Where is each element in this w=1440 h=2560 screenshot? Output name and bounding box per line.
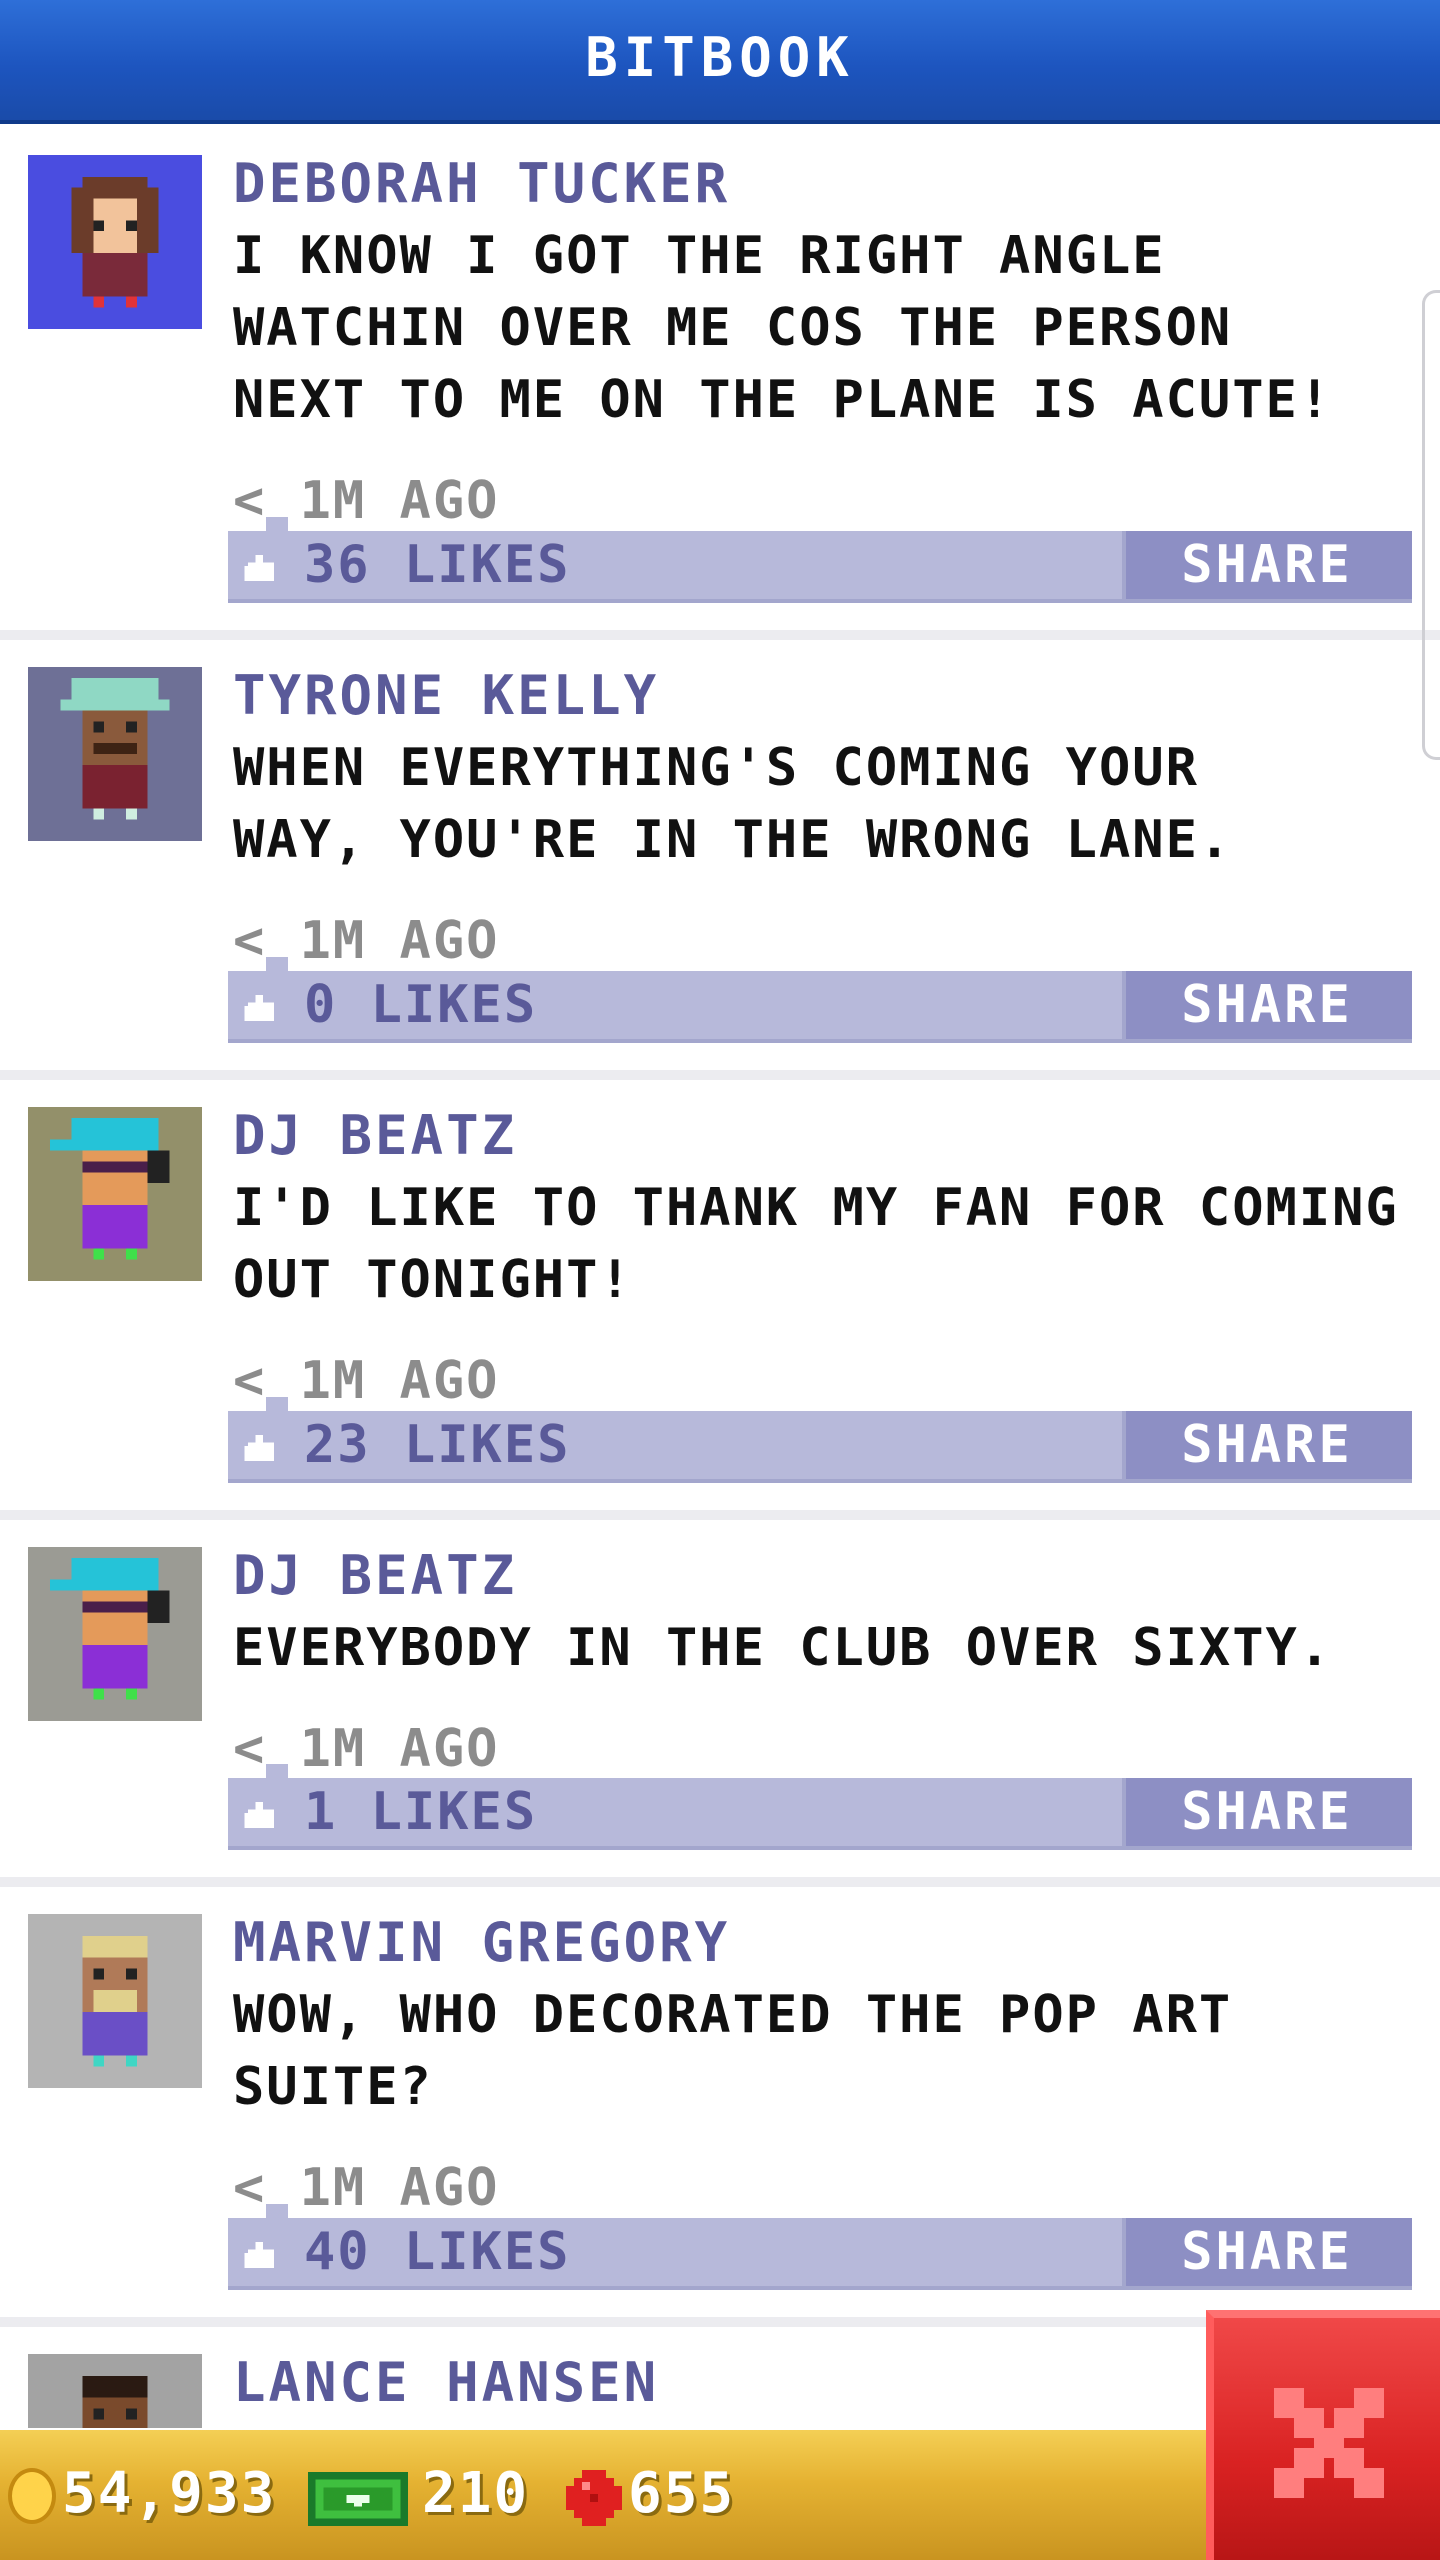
avatar[interactable]	[28, 2354, 202, 2428]
bux-count: 210	[422, 2461, 530, 2526]
like-bar: 0 LIKES SHARE	[228, 957, 1412, 1043]
gem-count: 655	[628, 2461, 736, 2526]
post-author[interactable]: DJ BEATZ	[233, 1540, 517, 1612]
gem-icon	[566, 2470, 622, 2526]
avatar[interactable]	[28, 1107, 202, 1281]
share-button[interactable]: SHARE	[1122, 1411, 1412, 1479]
close-icon	[1274, 2388, 1384, 2498]
thumb-up-icon[interactable]	[244, 1435, 278, 1461]
post-card: DJ BEATZ I'D LIKE TO THANK MY FAN FOR CO…	[0, 1080, 1440, 1520]
avatar[interactable]	[28, 1547, 202, 1721]
post-author[interactable]: LANCE HANSEN	[233, 2347, 659, 2419]
share-button[interactable]: SHARE	[1122, 2218, 1412, 2286]
share-button[interactable]: SHARE	[1122, 531, 1412, 599]
cash-icon	[307, 2472, 409, 2526]
avatar[interactable]	[28, 667, 202, 841]
app-title: BITBOOK	[585, 26, 855, 89]
like-bar: 23 LIKES SHARE	[228, 1397, 1412, 1483]
like-bar: 36 LIKES SHARE	[228, 517, 1412, 603]
like-count: 36 LIKES	[304, 535, 571, 595]
share-button[interactable]: SHARE	[1122, 971, 1412, 1039]
header-bar: BITBOOK	[0, 0, 1440, 124]
avatar[interactable]	[28, 1914, 202, 2088]
like-count: 0 LIKES	[304, 975, 538, 1035]
post-author[interactable]: DJ BEATZ	[233, 1100, 517, 1172]
post-card: DJ BEATZ EVERYBODY IN THE CLUB OVER SIXT…	[0, 1520, 1440, 1887]
thumb-up-icon[interactable]	[244, 1802, 278, 1828]
like-bar: 40 LIKES SHARE	[228, 2204, 1412, 2290]
post-message: WHEN EVERYTHING'S COMING YOUR WAY, YOU'R…	[233, 738, 1233, 870]
scroll-edge	[1422, 290, 1440, 760]
like-count: 1 LIKES	[304, 1782, 538, 1842]
post-author[interactable]: DEBORAH TUCKER	[233, 148, 730, 220]
avatar[interactable]	[28, 155, 202, 329]
close-button[interactable]	[1206, 2310, 1440, 2560]
like-bar: 1 LIKES SHARE	[228, 1764, 1412, 1850]
post-author[interactable]: TYRONE KELLY	[233, 660, 659, 732]
feed[interactable]: DEBORAH TUCKER I KNOW I GOT THE RIGHT AN…	[0, 128, 1440, 2428]
share-button[interactable]: SHARE	[1122, 1778, 1412, 1846]
post-card: DEBORAH TUCKER I KNOW I GOT THE RIGHT AN…	[0, 128, 1440, 640]
post-message: EVERYBODY IN THE CLUB OVER SIXTY.	[233, 1618, 1333, 1678]
post-author[interactable]: MARVIN GREGORY	[233, 1907, 730, 1979]
post-card: MARVIN GREGORY WOW, WHO DECORATED THE PO…	[0, 1887, 1440, 2327]
like-count: 23 LIKES	[304, 1415, 571, 1475]
thumb-up-icon[interactable]	[244, 995, 278, 1021]
thumb-up-icon[interactable]	[244, 555, 278, 581]
coin-icon	[8, 2468, 56, 2524]
coin-count: 54,933	[62, 2461, 277, 2526]
post-card: TYRONE KELLY WHEN EVERYTHING'S COMING YO…	[0, 640, 1440, 1080]
thumb-up-icon[interactable]	[244, 2242, 278, 2268]
post-message: WOW, WHO DECORATED THE POP ART SUITE?	[233, 1985, 1233, 2117]
like-count: 40 LIKES	[304, 2222, 571, 2282]
post-message: I KNOW I GOT THE RIGHT ANGLE WATCHIN OVE…	[233, 226, 1333, 430]
post-message: I'D LIKE TO THANK MY FAN FOR COMING OUT …	[233, 1178, 1399, 1310]
